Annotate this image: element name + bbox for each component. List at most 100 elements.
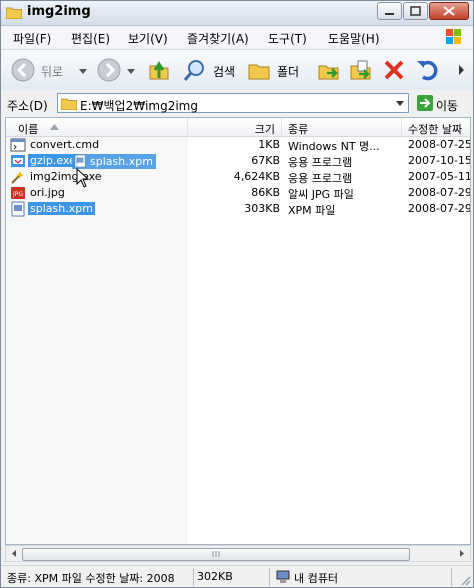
back-arrow-icon (11, 58, 35, 82)
column-size-label: 크기 (254, 123, 275, 136)
file-type: Windows NT 명... (288, 140, 380, 153)
file-name: ori.jpg (30, 186, 65, 199)
scroll-right-icon[interactable] (457, 546, 467, 561)
address-path: E:₩백업2₩img2img (80, 99, 198, 113)
mouse-pointer-icon (76, 168, 90, 188)
horizontal-scrollbar[interactable] (5, 545, 471, 562)
status-bar: 종류: XPM 파일 수정한 날짜: 2008 302KB 내 컴퓨터 (1, 565, 473, 587)
scroll-grip-icon (212, 551, 220, 557)
column-header-name[interactable]: 이름 (6, 118, 188, 136)
maximize-button[interactable] (403, 2, 428, 20)
windows-logo-icon (446, 29, 461, 44)
close-button[interactable] (429, 2, 469, 20)
menu-favorites[interactable]: 즐겨찾기(A) (187, 30, 249, 47)
status-text: 종류: XPM 파일 수정한 날짜: 2008 (7, 572, 175, 585)
status-separator (193, 568, 194, 586)
menu-tools[interactable]: 도구(T) (268, 30, 307, 47)
file-type: 응용 프로그램 (288, 172, 353, 185)
back-button[interactable]: 뒤로 (11, 58, 81, 82)
go-arrow-icon (417, 95, 433, 111)
column-type-label: 종류 (288, 123, 309, 136)
file-list[interactable]: 이름 크기 종류 수정한 날짜 convert.cmd 1KB Windows … (5, 117, 471, 545)
file-size: 86KB (251, 186, 280, 199)
cmd-script-icon (10, 138, 26, 152)
search-label: 검색 (213, 65, 236, 79)
status-size: 302KB (197, 570, 233, 583)
search-button[interactable]: 검색 (183, 58, 243, 82)
folder-icon (61, 98, 77, 110)
column-name-label: 이름 (18, 123, 39, 136)
folders-icon (248, 64, 270, 80)
column-headers: 이름 크기 종류 수정한 날짜 (6, 118, 470, 137)
forward-dropdown-icon[interactable] (127, 69, 135, 75)
file-type: 알씨 JPG 파일 (288, 188, 354, 201)
move-to-icon[interactable] (317, 58, 341, 82)
file-size: 67KB (251, 154, 280, 167)
my-computer-icon (276, 570, 290, 583)
go-button[interactable]: 이동 (415, 94, 473, 113)
file-modified: 2008-07-25 (408, 138, 471, 151)
xpm-file-icon (74, 154, 86, 168)
file-name: convert.cmd (30, 138, 100, 151)
column-header-modified[interactable]: 수정한 날짜 (402, 118, 470, 136)
file-row[interactable]: convert.cmd 1KB Windows NT 명... 2008-07-… (6, 137, 471, 153)
close-icon (443, 6, 455, 16)
up-folder-icon[interactable] (147, 58, 171, 82)
file-modified: 2008-07-29 (408, 186, 471, 199)
search-icon (183, 60, 204, 81)
file-type: XPM 파일 (288, 204, 336, 217)
menu-bar: 파일(F) 편집(E) 보기(V) 즐겨찾기(A) 도구(T) 도움말(H) (1, 26, 473, 48)
explorer-window: img2img 파일(F) 편집(E) 보기(V) 즐겨찾기(A) 도구(T) … (0, 0, 474, 588)
window-title: img2img (27, 4, 91, 19)
resize-grip-icon[interactable] (459, 574, 471, 586)
address-input[interactable]: E:₩백업2₩img2img (57, 93, 409, 113)
sort-ascending-icon (50, 124, 59, 130)
maximize-icon (410, 6, 421, 16)
forward-arrow-icon[interactable] (97, 58, 121, 82)
delete-icon[interactable] (382, 58, 406, 82)
file-size: 303KB (244, 202, 280, 215)
file-modified: 2007-10-15 (408, 154, 471, 167)
file-name: gzip.exe (28, 154, 78, 167)
address-dropdown-icon[interactable] (393, 95, 407, 111)
column-modified-label: 수정한 날짜 (408, 123, 463, 136)
file-name: img2img.exe (30, 170, 102, 183)
status-separator (451, 568, 452, 586)
back-label: 뒤로 (41, 65, 64, 79)
file-size: 4,624KB (233, 170, 280, 183)
jpg-file-icon: JPG (11, 187, 25, 199)
minimize-icon (385, 13, 394, 15)
menu-edit[interactable]: 편집(E) (71, 30, 110, 47)
copy-to-icon[interactable] (349, 58, 373, 82)
folders-label: 폴더 (277, 65, 300, 79)
back-dropdown-icon[interactable] (79, 69, 87, 75)
scroll-thumb[interactable] (22, 548, 410, 561)
file-size: 1KB (258, 138, 280, 151)
column-header-size[interactable]: 크기 (188, 118, 282, 136)
menu-view[interactable]: 보기(V) (128, 30, 168, 47)
toolbar-overflow-icon[interactable] (459, 65, 465, 75)
file-type: 응용 프로그램 (288, 156, 353, 169)
title-bar[interactable]: img2img (1, 1, 473, 26)
file-row[interactable]: splash.xpm 303KB XPM 파일 2008-07-29 (6, 201, 471, 217)
undo-icon[interactable] (415, 58, 439, 82)
minimize-button[interactable] (377, 2, 402, 20)
file-modified: 2008-07-29 (408, 202, 471, 215)
address-bar: 주소(D) E:₩백업2₩img2img 이동 (1, 90, 473, 116)
column-header-type[interactable]: 종류 (282, 118, 402, 136)
scroll-left-icon[interactable] (9, 546, 19, 561)
folders-button[interactable]: 폴더 (247, 58, 307, 82)
status-separator (269, 568, 270, 586)
menu-help[interactable]: 도움말(H) (328, 30, 380, 47)
status-location: 내 컴퓨터 (294, 572, 338, 585)
drag-ghost: splash.xpm (72, 154, 156, 169)
address-label: 주소(D) (7, 99, 48, 113)
toolbar: 뒤로 검색 폴더 (1, 49, 473, 91)
file-modified: 2007-05-11 (408, 170, 471, 183)
file-name: splash.xpm (28, 202, 95, 215)
exe-icon (11, 171, 24, 184)
exe-icon (11, 155, 25, 167)
folder-icon (6, 7, 22, 19)
drag-ghost-label: splash.xpm (90, 155, 153, 168)
menu-file[interactable]: 파일(F) (13, 30, 51, 47)
